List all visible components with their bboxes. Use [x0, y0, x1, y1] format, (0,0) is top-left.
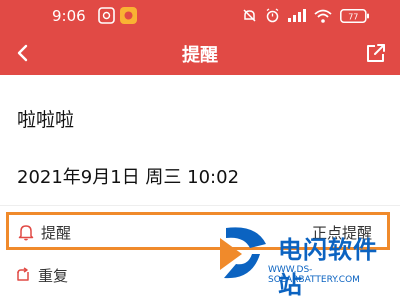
watermark-url: WWW.DS-SOLARBATTERY.COM	[268, 265, 360, 285]
repeat-label: 重复	[38, 267, 69, 285]
repeat-row[interactable]: 重复	[6, 262, 206, 286]
bell-icon	[18, 225, 34, 241]
watermark: 电闪软件站 WWW.DS-SOLARBATTERY.COM	[212, 222, 400, 299]
wifi-icon	[314, 9, 332, 23]
app-badge-icon	[120, 7, 137, 24]
signal-icon	[288, 9, 306, 22]
status-left-icons	[98, 7, 137, 24]
battery-level: 77	[348, 12, 358, 21]
page-title: 提醒	[182, 45, 218, 66]
battery-icon: 77	[340, 8, 369, 23]
title-bar: 提醒	[0, 33, 400, 75]
divider	[0, 205, 400, 206]
mute-icon	[243, 9, 256, 22]
note-title[interactable]: 啦啦啦	[17, 105, 74, 132]
alarm-icon	[266, 8, 279, 23]
note-datetime[interactable]: 2021年9月1日 周三 10:02	[17, 163, 239, 189]
share-icon[interactable]	[362, 39, 390, 67]
status-time: 9:06	[52, 7, 86, 25]
watermark-logo	[220, 227, 266, 279]
app-notification-icon	[98, 7, 115, 24]
status-right-icons: 77	[242, 8, 370, 23]
status-bar: 9:06 77	[0, 0, 400, 33]
reminder-label: 提醒	[41, 224, 72, 242]
repeat-icon	[17, 267, 29, 281]
